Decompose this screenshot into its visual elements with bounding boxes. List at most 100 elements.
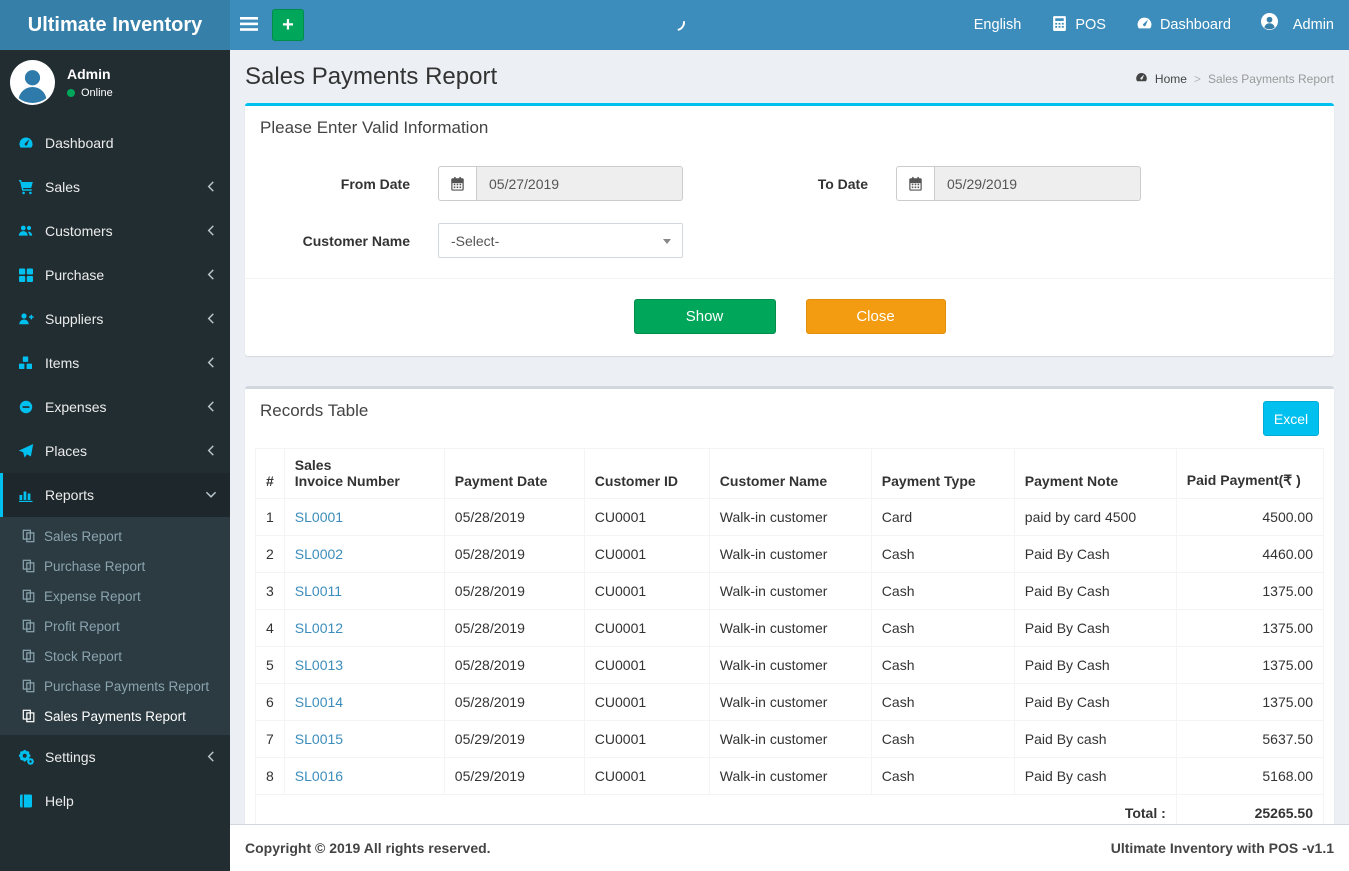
show-button[interactable]: Show: [633, 299, 776, 334]
chevron-left-icon: [207, 267, 215, 283]
sidebar-item-suppliers[interactable]: Suppliers: [0, 297, 230, 341]
to-date-input[interactable]: [934, 166, 1141, 201]
amount-cell: 5168.00: [1175, 757, 1325, 795]
caret-down-icon: [663, 239, 671, 244]
sidebar-item-stock-report[interactable]: Stock Report: [0, 641, 230, 671]
customer-id-cell: CU0001: [583, 683, 710, 721]
sidebar-item-purchase-payments-report[interactable]: Purchase Payments Report: [0, 671, 230, 701]
from-date-input[interactable]: [476, 166, 683, 201]
payment-date-cell: 05/29/2019: [443, 720, 585, 758]
online-status-label: Online: [81, 87, 113, 99]
sidebar-item-label: Purchase Report: [44, 558, 146, 574]
records-panel: Records Table Excel # Sales Invoice Numb…: [245, 386, 1334, 824]
chevron-left-icon: [207, 223, 215, 239]
amount-cell: 1375.00: [1175, 609, 1325, 647]
sidebar-item-label: Dashboard: [45, 135, 114, 151]
breadcrumb-current: Sales Payments Report: [1207, 72, 1334, 86]
sidebar-item-label: Stock Report: [44, 648, 123, 664]
sidebar-item-reports[interactable]: Reports: [0, 473, 230, 517]
payment-note-cell: Paid By Cash: [1013, 535, 1177, 573]
sidebar-item-help[interactable]: Help: [0, 779, 230, 823]
sidebar-item-sales[interactable]: Sales: [0, 165, 230, 209]
payment-date-cell: 05/28/2019: [443, 646, 585, 684]
col-header-invoice: Sales Invoice Number: [283, 448, 445, 499]
sidebar-toggle-button[interactable]: [230, 0, 268, 50]
amount-cell: 4500.00: [1175, 498, 1325, 536]
sidebar-item-purchase[interactable]: Purchase: [0, 253, 230, 297]
customer-id-cell: CU0001: [583, 535, 710, 573]
main-content: Sales Payments Report Home > Sales Payme…: [230, 50, 1349, 824]
language-menu[interactable]: English: [959, 0, 1037, 50]
calculator-icon: [1051, 15, 1068, 36]
invoice-link[interactable]: SL0002: [295, 546, 343, 562]
excel-export-button[interactable]: Excel: [1263, 401, 1319, 436]
sidebar-menu: Dashboard Sales Customers Purchase Suppl…: [0, 121, 230, 823]
row-index: 1: [255, 498, 285, 536]
pos-link[interactable]: POS: [1036, 0, 1121, 50]
sidebar-item-expense-report[interactable]: Expense Report: [0, 581, 230, 611]
invoice-link[interactable]: SL0001: [295, 509, 343, 525]
row-index: 6: [255, 683, 285, 721]
sidebar-item-label: Expenses: [45, 399, 107, 415]
table-total-row: Total : 25265.50: [255, 794, 1325, 824]
table-row: 7 SL0015 05/29/2019 CU0001 Walk-in custo…: [255, 720, 1325, 758]
dashboard-label: Dashboard: [1159, 17, 1231, 33]
sidebar-item-label: Places: [45, 443, 88, 459]
sidebar-item-places[interactable]: Places: [0, 429, 230, 473]
sidebar: Admin Online Dashboard Sales Customers P…: [0, 50, 230, 871]
sidebar-item-purchase-report[interactable]: Purchase Report: [0, 551, 230, 581]
top-navbar: + English POS Dashboard Admin: [230, 0, 1349, 50]
table-row: 8 SL0016 05/29/2019 CU0001 Walk-in custo…: [255, 757, 1325, 795]
invoice-link[interactable]: SL0013: [295, 657, 343, 673]
col-header-index: #: [255, 448, 285, 499]
book-icon: [18, 793, 45, 809]
sidebar-item-label: Sales Report: [44, 528, 123, 544]
files-icon: [22, 709, 44, 723]
user-menu[interactable]: Admin: [1246, 0, 1349, 50]
sidebar-item-sales-report[interactable]: Sales Report: [0, 521, 230, 551]
sidebar-item-settings[interactable]: Settings: [0, 735, 230, 779]
sidebar-item-dashboard[interactable]: Dashboard: [0, 121, 230, 165]
calendar-icon: [438, 166, 476, 201]
customer-id-cell: CU0001: [583, 646, 710, 684]
sidebar-item-profit-report[interactable]: Profit Report: [0, 611, 230, 641]
sidebar-item-customers[interactable]: Customers: [0, 209, 230, 253]
dashboard-link[interactable]: Dashboard: [1121, 0, 1246, 50]
cubes-icon: [18, 355, 45, 371]
payment-note-cell: Paid By Cash: [1013, 683, 1177, 721]
customer-select[interactable]: -Select-: [438, 223, 683, 258]
calendar-icon: [896, 166, 934, 201]
breadcrumb: Home > Sales Payments Report: [1135, 71, 1334, 91]
filter-panel: Please Enter Valid Information From Date…: [245, 103, 1334, 356]
invoice-link[interactable]: SL0016: [295, 768, 343, 784]
customer-id-cell: CU0001: [583, 757, 710, 795]
invoice-link[interactable]: SL0014: [295, 694, 343, 710]
sidebar-user-status[interactable]: Online: [67, 87, 113, 99]
files-icon: [22, 619, 44, 633]
from-date-label: From Date: [340, 175, 410, 192]
sidebar-item-expenses[interactable]: Expenses: [0, 385, 230, 429]
reports-submenu: Sales Report Purchase Report Expense Rep…: [0, 517, 230, 735]
customer-id-cell: CU0001: [583, 609, 710, 647]
payment-date-cell: 05/28/2019: [443, 609, 585, 647]
breadcrumb-home-link[interactable]: Home: [1155, 72, 1187, 86]
col-header-payment-note: Payment Note: [1013, 448, 1177, 499]
payment-note-cell: Paid By Cash: [1013, 572, 1177, 610]
sidebar-item-sales-payments-report[interactable]: Sales Payments Report: [0, 701, 230, 731]
sidebar-item-label: Sales Payments Report: [44, 708, 186, 724]
invoice-link[interactable]: SL0012: [295, 620, 343, 636]
sidebar-item-label: Suppliers: [45, 311, 104, 327]
payment-date-cell: 05/28/2019: [443, 572, 585, 610]
payment-note-cell: paid by card 4500: [1013, 498, 1177, 536]
customer-id-cell: CU0001: [583, 572, 710, 610]
sidebar-item-items[interactable]: Items: [0, 341, 230, 385]
invoice-link[interactable]: SL0011: [295, 583, 342, 599]
row-index: 3: [255, 572, 285, 610]
invoice-link[interactable]: SL0015: [295, 731, 343, 747]
add-button[interactable]: +: [272, 9, 304, 41]
customer-name-cell: Walk-in customer: [708, 646, 872, 684]
customer-name-cell: Walk-in customer: [708, 572, 872, 610]
hamburger-icon: [240, 16, 258, 34]
close-button[interactable]: Close: [805, 299, 946, 334]
app-logo[interactable]: Ultimate Inventory: [0, 0, 230, 50]
